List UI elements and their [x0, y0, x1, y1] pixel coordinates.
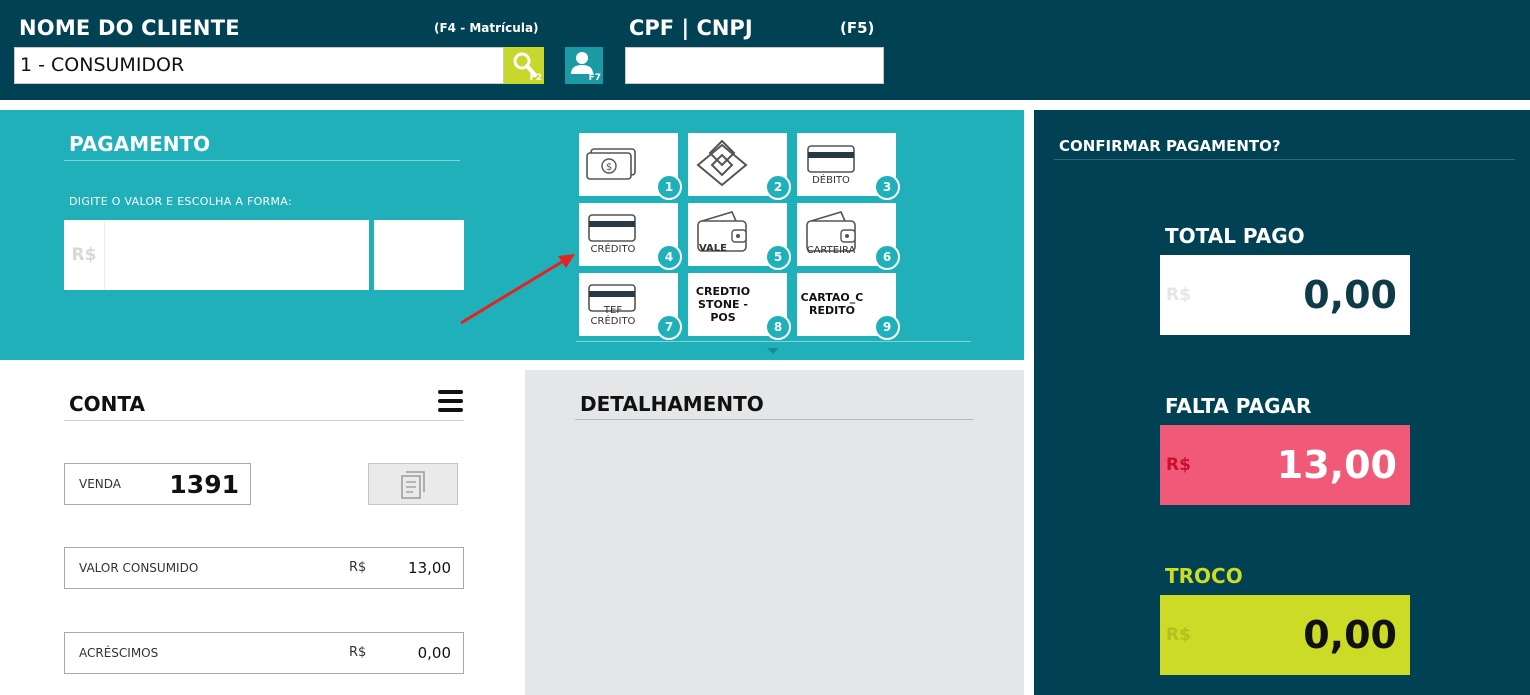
method-number: 3: [874, 174, 900, 200]
confirm-payment-panel: CONFIRMAR PAGAMENTO? TOTAL PAGO R$ 0,00 …: [1034, 110, 1530, 695]
valor-consumido-label: VALOR CONSUMIDO: [79, 561, 199, 575]
method-number: 2: [765, 174, 791, 200]
header-bar: NOME DO CLIENTE (F4 - Matrícula) F2 F7 C…: [0, 0, 1530, 100]
menu-icon[interactable]: [438, 390, 464, 414]
venda-label: VENDA: [79, 477, 122, 491]
method-number: 6: [874, 244, 900, 270]
payment-method-stone-pos[interactable]: CREDTIO STONE - POS 8: [688, 273, 791, 340]
method-caption: VALE: [698, 243, 727, 254]
user-shortcut-key: F7: [588, 73, 601, 83]
client-name-input[interactable]: [14, 47, 504, 84]
method-caption: DÉBITO: [812, 175, 850, 186]
acrescimos-field: ACRÉSCIMOS R$ 0,00: [64, 632, 464, 674]
payment-secondary-box[interactable]: [374, 220, 464, 290]
cpf-shortcut-hint: (F5): [840, 19, 875, 37]
methods-divider: [576, 341, 971, 342]
falta-pagar-value: 13,00: [1276, 443, 1397, 487]
expand-methods-icon[interactable]: [767, 348, 779, 354]
valor-consumido-field: VALOR CONSUMIDO R$ 13,00: [64, 547, 464, 589]
method-number: 4: [656, 244, 682, 270]
method-number: 7: [656, 314, 682, 340]
detalhamento-divider: [575, 419, 974, 420]
search-client-button[interactable]: F2: [504, 47, 544, 84]
amount-currency-label: R$: [64, 220, 105, 290]
print-receipt-button[interactable]: [368, 463, 458, 505]
method-caption: TEF CRÉDITO: [590, 305, 636, 327]
total-pago-box: R$ 0,00: [1160, 255, 1410, 335]
conta-divider: [64, 420, 464, 421]
payment-amount-input[interactable]: [105, 220, 369, 290]
payment-divider: [64, 160, 460, 161]
method-caption: CARTAO_C REDITO: [800, 291, 864, 317]
svg-text:$: $: [606, 162, 612, 173]
payment-amount-box: R$: [64, 220, 369, 290]
payment-method-carteira[interactable]: CARTEIRA 6: [797, 203, 900, 270]
acrescimos-currency: R$: [349, 645, 367, 660]
payment-method-debit[interactable]: DÉBITO 3: [797, 133, 900, 200]
conta-title: CONTA: [69, 392, 145, 416]
troco-currency: R$: [1166, 625, 1191, 645]
matricula-shortcut-hint: (F4 - Matrícula): [434, 21, 539, 35]
troco-value: 0,00: [1303, 613, 1397, 657]
acrescimos-label: ACRÉSCIMOS: [79, 646, 159, 660]
client-name-label: NOME DO CLIENTE: [19, 16, 240, 40]
payment-method-cash[interactable]: $ 1: [579, 133, 682, 200]
method-caption: CRÉDITO: [590, 244, 636, 255]
confirm-divider: [1054, 159, 1515, 160]
method-caption: CARTEIRA: [806, 245, 856, 256]
venda-value: 1391: [169, 470, 239, 499]
annotation-arrow-icon: [460, 254, 575, 325]
method-number: 5: [765, 244, 791, 270]
method-number: 8: [765, 314, 791, 340]
payment-method-pix[interactable]: 2: [688, 133, 791, 200]
payment-method-tef-credit[interactable]: TEF CRÉDITO 7: [579, 273, 682, 340]
payment-instruction: DIGITE O VALOR E ESCOLHA A FORMA:: [69, 195, 292, 208]
falta-pagar-currency: R$: [1166, 455, 1191, 475]
method-caption: CREDTIO STONE - POS: [695, 285, 751, 324]
search-shortcut-key: F2: [529, 73, 542, 83]
total-pago-label: TOTAL PAGO: [1165, 224, 1305, 248]
troco-box: R$ 0,00: [1160, 595, 1410, 675]
acrescimos-value: 0,00: [417, 644, 451, 662]
total-pago-currency: R$: [1166, 285, 1191, 305]
client-register-button[interactable]: F7: [565, 47, 603, 84]
receipt-icon: [401, 471, 425, 499]
payment-method-cartao-credito[interactable]: CARTAO_C REDITO 9: [797, 273, 900, 340]
falta-pagar-label: FALTA PAGAR: [1165, 394, 1312, 418]
detalhamento-title: DETALHAMENTO: [580, 392, 764, 416]
payment-method-vale[interactable]: VALE 5: [688, 203, 791, 270]
troco-label: TROCO: [1165, 564, 1243, 588]
valor-consumido-currency: R$: [349, 560, 367, 575]
method-number: 9: [874, 314, 900, 340]
method-number: 1: [656, 174, 682, 200]
total-pago-value: 0,00: [1303, 273, 1397, 317]
venda-field: VENDA 1391: [64, 463, 251, 505]
cpf-cnpj-label: CPF | CNPJ: [629, 16, 753, 40]
confirm-payment-title: CONFIRMAR PAGAMENTO?: [1059, 137, 1281, 155]
payment-method-credit[interactable]: CRÉDITO 4: [579, 203, 682, 270]
cpf-cnpj-input[interactable]: [625, 47, 884, 84]
detalhamento-panel: DETALHAMENTO: [525, 370, 1024, 695]
valor-consumido-value: 13,00: [408, 559, 451, 577]
falta-pagar-box: R$ 13,00: [1160, 425, 1410, 505]
payment-title: PAGAMENTO: [69, 132, 211, 156]
